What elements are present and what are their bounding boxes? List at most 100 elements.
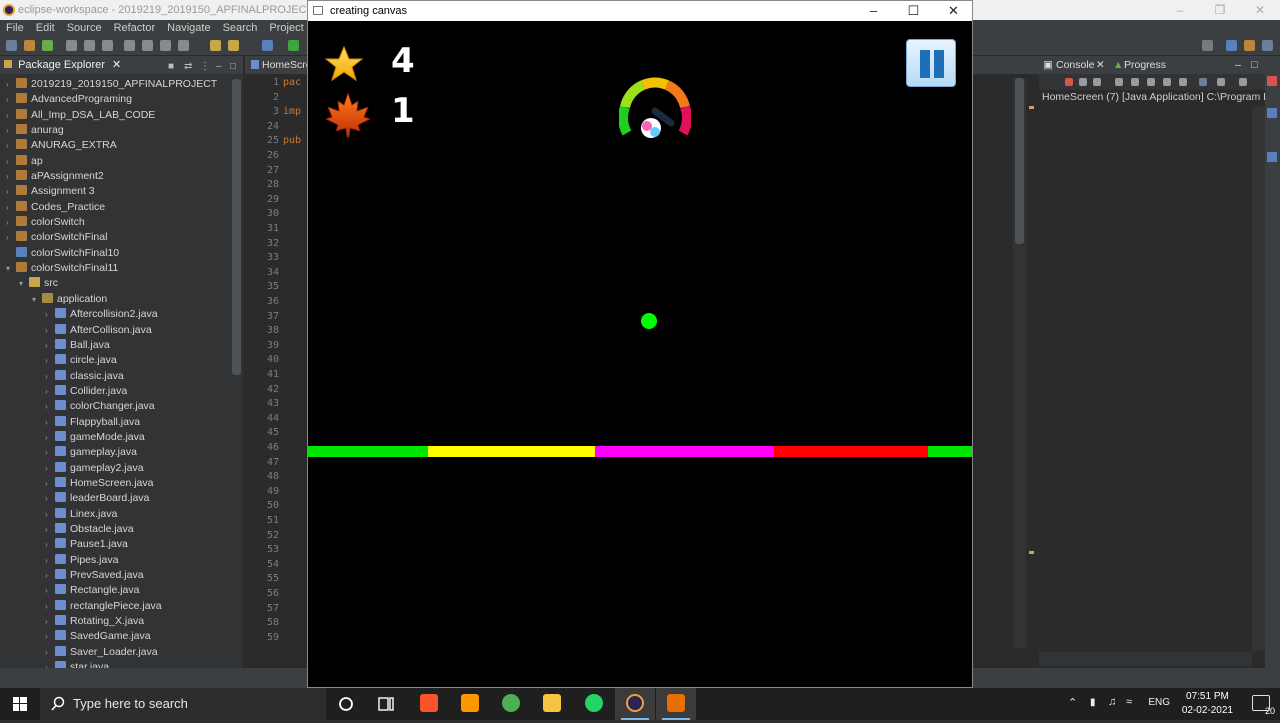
file-explorer-app[interactable] [532, 688, 572, 720]
toolbar-highlight-icon[interactable] [228, 40, 239, 51]
tree-item[interactable]: › AdvancedPrograming [0, 92, 230, 107]
editor-line[interactable]: 51 [245, 514, 307, 529]
tree-item[interactable]: ▾ src [0, 276, 230, 291]
editor-line[interactable]: 30 [245, 207, 307, 222]
console-minimize-icon[interactable]: – [1235, 56, 1241, 74]
tab-console[interactable]: Console [1056, 56, 1095, 74]
minimize-button[interactable]: – [854, 1, 893, 21]
task-view-button[interactable] [366, 688, 406, 720]
toolbar-debug-icon[interactable] [262, 40, 273, 51]
editor-line[interactable]: 47 [245, 456, 307, 471]
tree-item[interactable]: › SavedGame.java [0, 629, 230, 644]
console-close-icon[interactable]: ✕ [1096, 56, 1105, 74]
tree-item[interactable]: › colorSwitchFinal [0, 230, 230, 245]
menu-file[interactable]: File [0, 20, 30, 36]
console-horizontal-scrollbar[interactable] [1039, 652, 1252, 666]
eclipse-close-button[interactable]: ✕ [1240, 0, 1280, 20]
editor-line[interactable]: 35 [245, 280, 307, 295]
editor-line[interactable]: 33 [245, 251, 307, 266]
scrollbar-thumb[interactable] [232, 79, 241, 375]
collapsed-arrow-icon[interactable]: › [45, 507, 55, 522]
collapsed-arrow-icon[interactable]: › [6, 230, 16, 245]
toolbar-refresh-icon[interactable] [42, 40, 53, 51]
tree-item[interactable]: › colorChanger.java [0, 399, 230, 414]
tree-item[interactable]: › leaderBoard.java [0, 491, 230, 506]
whatsapp-app[interactable] [574, 688, 614, 720]
toolbar-search-right-icon[interactable] [1202, 40, 1213, 51]
expanded-arrow-icon[interactable]: ▾ [19, 276, 29, 291]
package-explorer-title[interactable]: Package Explorer [18, 59, 105, 71]
editor-line[interactable]: 32 [245, 237, 307, 252]
toolbar-toggle-icon[interactable] [178, 40, 189, 51]
editor-line[interactable]: 2 [245, 91, 307, 106]
collapsed-arrow-icon[interactable]: › [45, 476, 55, 491]
tree-item[interactable]: colorSwitchFinal10 [0, 246, 230, 261]
perspective-debug-icon[interactable] [1262, 40, 1273, 51]
pin-console-icon[interactable] [1163, 78, 1171, 86]
collapsed-arrow-icon[interactable]: › [45, 522, 55, 537]
collapsed-arrow-icon[interactable]: › [45, 614, 55, 629]
collapsed-arrow-icon[interactable]: › [45, 369, 55, 384]
collapsed-arrow-icon[interactable]: › [45, 553, 55, 568]
editor-line[interactable]: 39 [245, 339, 307, 354]
tree-item[interactable]: › classic.java [0, 369, 230, 384]
game-titlebar[interactable]: creating canvas – ☐ ✕ [308, 1, 972, 21]
clear-console-icon[interactable] [1115, 78, 1123, 86]
menu-project[interactable]: Project [263, 20, 309, 36]
show-hidden-icons-icon[interactable]: ⌃ [1068, 696, 1077, 709]
toolbar-open-task-icon[interactable] [160, 40, 171, 51]
editor-line[interactable]: 49 [245, 485, 307, 500]
game-canvas[interactable]: 4 1 [308, 21, 972, 687]
package-explorer-scrollbar[interactable] [230, 77, 243, 669]
editor-line[interactable]: 54 [245, 558, 307, 573]
editor-line[interactable]: 41 [245, 368, 307, 383]
collapsed-arrow-icon[interactable]: › [45, 583, 55, 598]
menu-search[interactable]: Search [217, 20, 264, 36]
editor-line[interactable]: 3 imp [245, 105, 307, 120]
toolbar-folder-icon[interactable] [210, 40, 221, 51]
sublime-app[interactable] [450, 688, 490, 720]
tab-progress[interactable]: Progress [1124, 56, 1166, 74]
editor-line[interactable]: 29 [245, 193, 307, 208]
editor-tab[interactable]: HomeScre [245, 56, 307, 74]
language-indicator[interactable]: ENG [1148, 697, 1170, 708]
tree-item[interactable]: › AfterCollison.java [0, 323, 230, 338]
wifi-icon[interactable]: ≈ [1126, 696, 1132, 708]
scroll-lock-icon[interactable] [1131, 78, 1139, 86]
start-button[interactable] [0, 688, 40, 720]
collapsed-arrow-icon[interactable]: › [6, 184, 16, 199]
toolbar-print-icon[interactable] [102, 40, 113, 51]
collapsed-arrow-icon[interactable]: › [45, 568, 55, 583]
tree-item[interactable]: › Assignment 3 [0, 184, 230, 199]
editor-line[interactable]: 48 [245, 470, 307, 485]
collapsed-arrow-icon[interactable]: › [45, 445, 55, 460]
console-maximize-icon[interactable]: □ [1251, 56, 1257, 74]
editor-scrollbar-thumb[interactable] [1015, 78, 1024, 244]
outline-icon[interactable] [1267, 108, 1277, 118]
collapsed-arrow-icon[interactable]: › [45, 599, 55, 614]
editor-line[interactable]: 57 [245, 602, 307, 617]
tree-item[interactable]: › anurag [0, 123, 230, 138]
terminate-icon[interactable] [1065, 78, 1073, 86]
tree-item[interactable]: › PrevSaved.java [0, 568, 230, 583]
collapsed-arrow-icon[interactable]: › [45, 629, 55, 644]
tree-item[interactable]: › Flappyball.java [0, 415, 230, 430]
editor-line[interactable]: 53 [245, 543, 307, 558]
menu-edit[interactable]: Edit [30, 20, 61, 36]
java-app[interactable] [656, 688, 696, 720]
collapsed-arrow-icon[interactable]: › [45, 491, 55, 506]
menu-refactor[interactable]: Refactor [108, 20, 162, 36]
tree-item[interactable]: › Ball.java [0, 338, 230, 353]
chrome-app[interactable] [491, 688, 531, 720]
close-button[interactable]: ✕ [934, 1, 973, 21]
tree-item[interactable]: › gameplay.java [0, 445, 230, 460]
collapsed-arrow-icon[interactable]: › [45, 430, 55, 445]
toolbar-search-icon[interactable] [124, 40, 135, 51]
expanded-arrow-icon[interactable]: ▾ [6, 261, 16, 276]
editor-line[interactable]: 52 [245, 529, 307, 544]
collapsed-arrow-icon[interactable]: › [45, 645, 55, 660]
link-editor-icon[interactable]: ⇄ [184, 58, 192, 76]
editor-line[interactable]: 44 [245, 412, 307, 427]
editor-line[interactable]: 37 [245, 310, 307, 325]
remove-all-icon[interactable] [1093, 78, 1101, 86]
